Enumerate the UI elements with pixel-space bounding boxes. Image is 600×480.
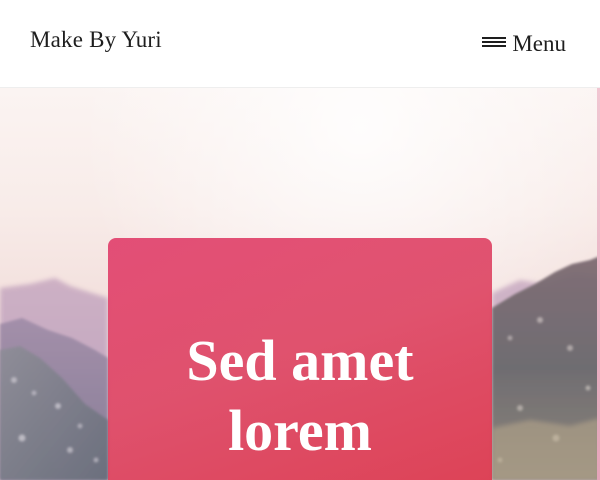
hero-title: Sed amet lorem — [186, 328, 414, 463]
menu-label: Menu — [512, 31, 566, 56]
site-logo-link[interactable]: Make By Yuri — [30, 27, 162, 53]
hero-banner: Sed amet lorem — [0, 88, 600, 480]
site-header: Make By Yuri Menu — [0, 0, 600, 88]
hero-card: Sed amet lorem — [108, 238, 492, 480]
menu-button[interactable]: Menu — [482, 27, 566, 61]
hamburger-icon — [482, 36, 507, 48]
